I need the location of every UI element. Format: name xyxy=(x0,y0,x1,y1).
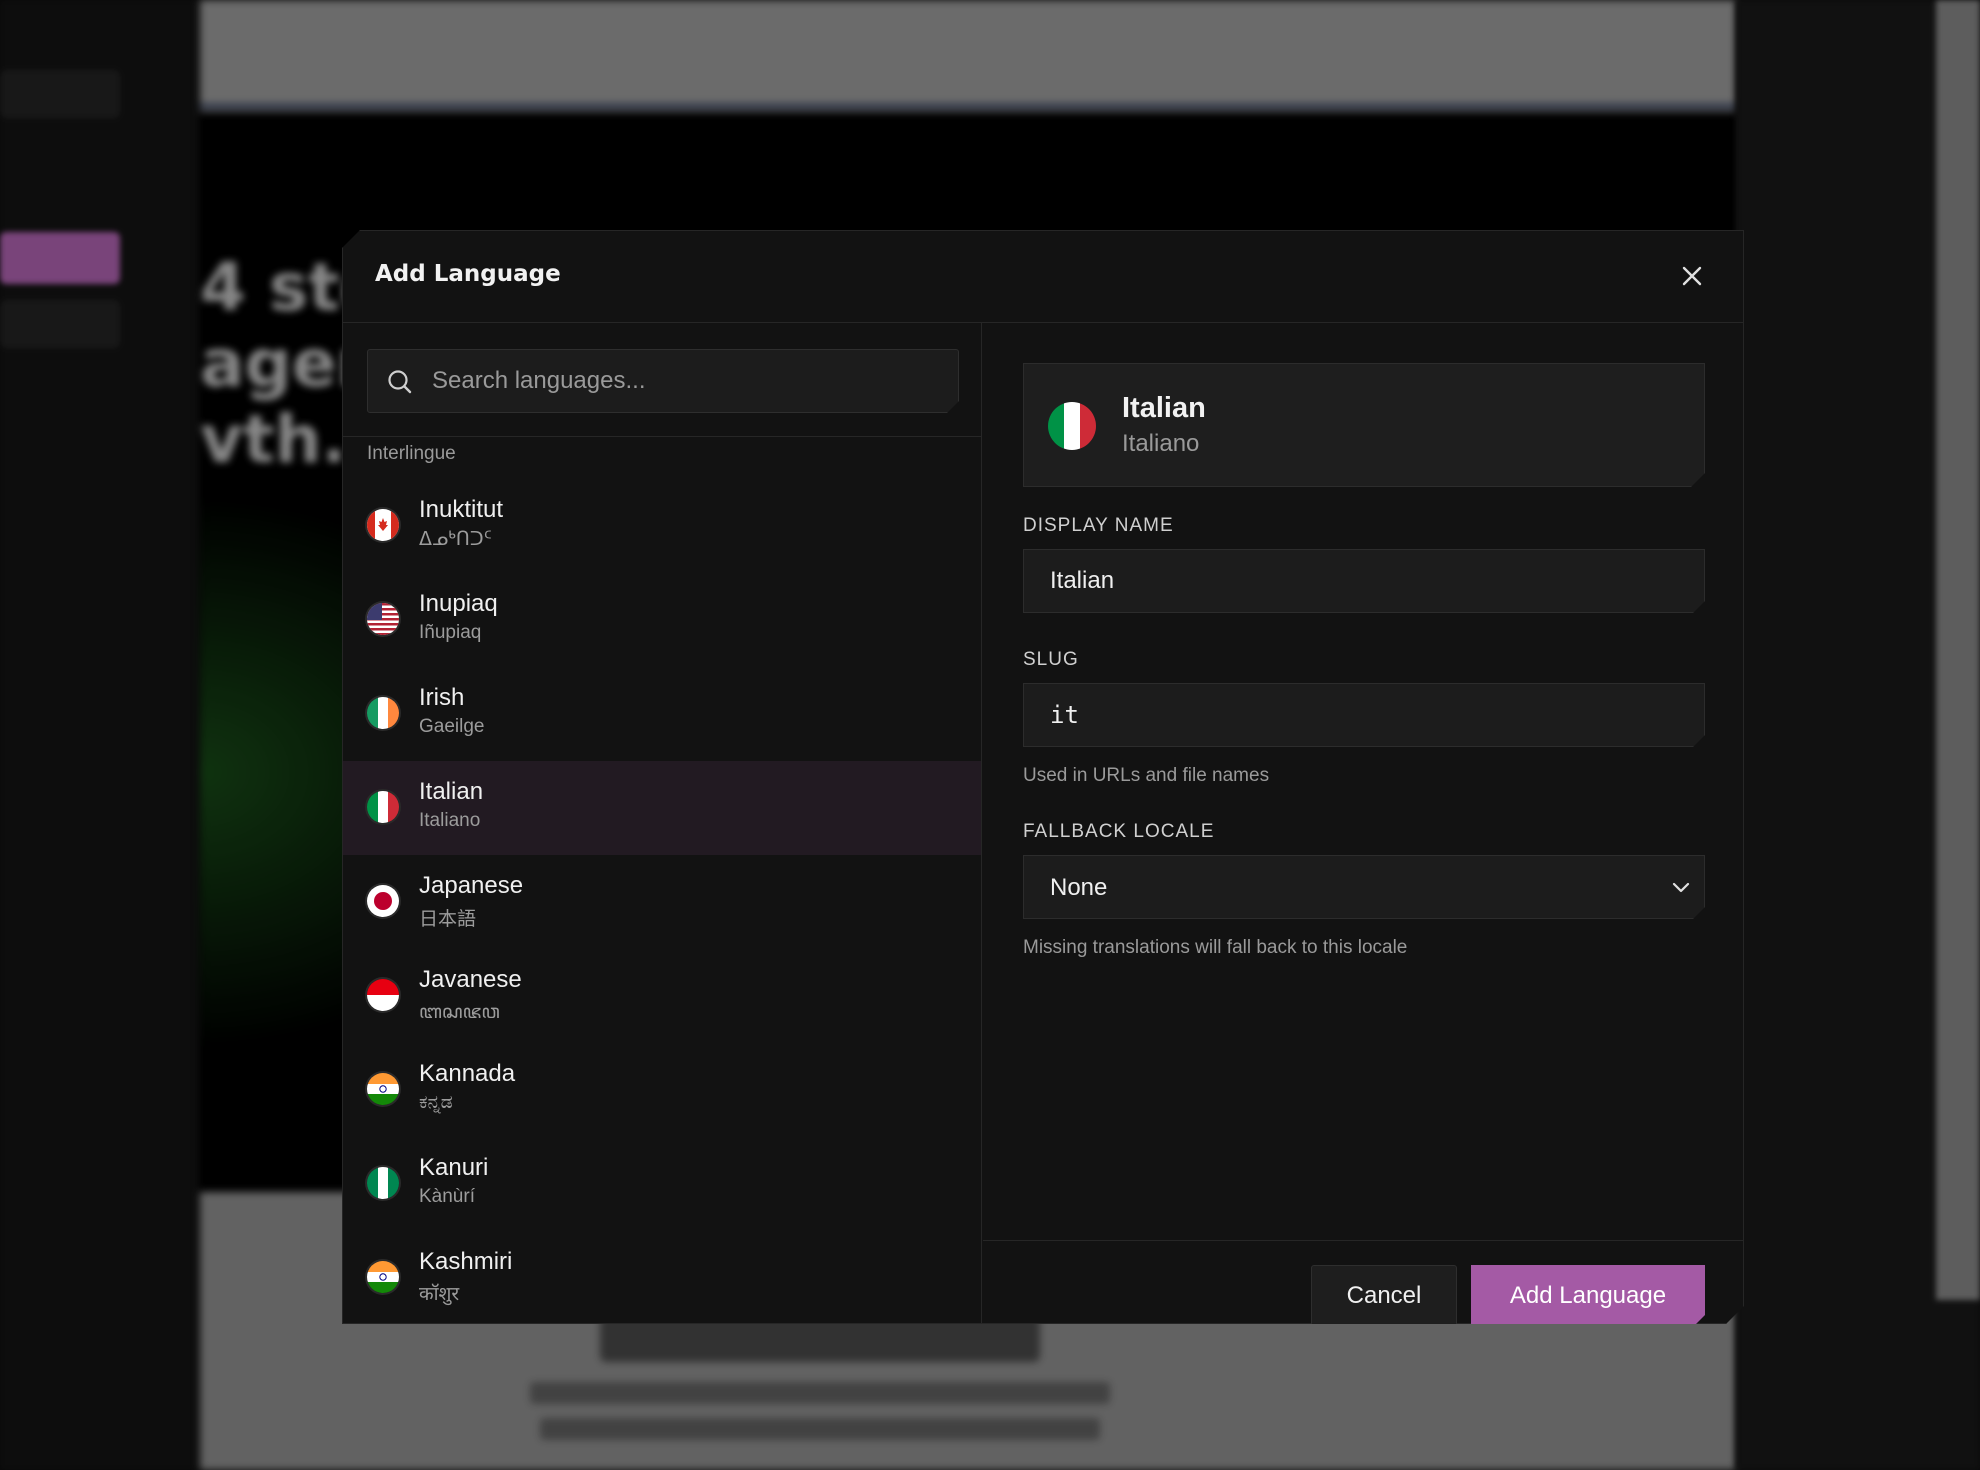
fallback-locale-select[interactable]: None xyxy=(1023,855,1705,919)
language-native-name: Iñupiaq xyxy=(419,622,482,643)
italy-flag-icon xyxy=(1048,402,1096,450)
language-item-kashmiri[interactable]: Kashmiri कॉशुर xyxy=(343,1231,981,1325)
language-list: Inuktitut ᐃᓄᒃᑎᑐᑦ Inupiaq Iñupiaq Irish G… xyxy=(343,479,981,1325)
language-details-panel: Italian Italiano DISPLAY NAME SLUG Used … xyxy=(983,323,1745,1325)
language-name: Kashmiri xyxy=(419,1248,513,1275)
language-name: Irish xyxy=(419,684,465,711)
language-name: Inuktitut xyxy=(419,496,504,523)
close-button[interactable] xyxy=(1675,259,1709,293)
nigeria-flag-icon xyxy=(367,1167,399,1199)
language-native-name: Italiano xyxy=(419,810,481,831)
selected-language-native-name: Italiano xyxy=(1122,430,1200,457)
close-icon xyxy=(1681,265,1703,287)
modal-footer: Cancel Add Language xyxy=(983,1240,1745,1325)
language-native-name: Kànùrí xyxy=(419,1186,475,1207)
fallback-locale-label: FALLBACK LOCALE xyxy=(1023,821,1215,842)
modal-title: Add Language xyxy=(375,261,561,287)
usa-flag-icon xyxy=(367,603,399,635)
japan-flag-icon xyxy=(367,885,399,917)
italy-flag-icon xyxy=(367,791,399,823)
language-name: Inupiaq xyxy=(419,590,498,617)
language-native-name: कॉशुर xyxy=(419,1284,460,1305)
slug-field xyxy=(1023,683,1705,747)
search-box xyxy=(367,349,959,413)
selected-language-card: Italian Italiano xyxy=(1023,363,1705,487)
language-item-inuktitut[interactable]: Inuktitut ᐃᓄᒃᑎᑐᑦ xyxy=(343,479,981,573)
language-item-javanese[interactable]: Javanese ꦧꦱꦗꦮ xyxy=(343,949,981,1043)
language-item-kanuri[interactable]: Kanuri Kànùrí xyxy=(343,1137,981,1231)
slug-input[interactable] xyxy=(1024,684,1704,746)
add-language-button[interactable]: Add Language xyxy=(1471,1265,1705,1327)
display-name-input[interactable] xyxy=(1024,550,1704,612)
india-flag-icon xyxy=(367,1261,399,1293)
indonesia-flag-icon xyxy=(367,979,399,1011)
language-name: Kannada xyxy=(419,1060,516,1087)
display-name-field xyxy=(1023,549,1705,613)
language-item-kannada[interactable]: Kannada ಕನ್ನಡ xyxy=(343,1043,981,1137)
fallback-locale-help-text: Missing translations will fall back to t… xyxy=(1023,937,1408,958)
language-native-name: 日本語 xyxy=(419,909,477,930)
modal-header: Add Language xyxy=(343,231,1743,323)
language-name: Italian xyxy=(419,778,484,805)
ireland-flag-icon xyxy=(367,697,399,729)
slug-label: SLUG xyxy=(1023,649,1079,670)
language-name: Kanuri xyxy=(419,1154,489,1181)
language-item-irish[interactable]: Irish Gaeilge xyxy=(343,667,981,761)
language-native-name: Gaeilge xyxy=(419,716,485,737)
search-icon xyxy=(386,368,414,396)
selected-language-name: Italian xyxy=(1122,392,1206,424)
language-native-name: ꦧꦱꦗꦮ xyxy=(419,1002,500,1023)
display-name-label: DISPLAY NAME xyxy=(1023,515,1174,536)
chevron-down-icon xyxy=(1670,876,1692,898)
language-item-inupiaq[interactable]: Inupiaq Iñupiaq xyxy=(343,573,981,667)
divider xyxy=(343,436,981,437)
add-language-modal: Add Language Interlingue xyxy=(342,230,1744,1324)
slug-help-text: Used in URLs and file names xyxy=(1023,765,1270,786)
language-native-name: ಕನ್ನಡ xyxy=(419,1092,453,1113)
language-name: Javanese xyxy=(419,966,522,993)
canada-flag-icon xyxy=(367,509,399,541)
language-list-panel: Interlingue Inuktitut ᐃᓄᒃᑎᑐᑦ xyxy=(343,323,982,1325)
language-native-name: ᐃᓄᒃᑎᑐᑦ xyxy=(419,529,492,550)
cancel-button[interactable]: Cancel xyxy=(1311,1265,1457,1327)
list-group-label: Interlingue xyxy=(367,443,456,464)
language-item-japanese[interactable]: Japanese 日本語 xyxy=(343,855,981,949)
language-name: Japanese xyxy=(419,872,524,899)
language-item-italian[interactable]: Italian Italiano xyxy=(343,761,981,855)
fallback-locale-value: None xyxy=(1050,874,1108,901)
search-input[interactable] xyxy=(432,350,942,412)
india-flag-icon xyxy=(367,1073,399,1105)
